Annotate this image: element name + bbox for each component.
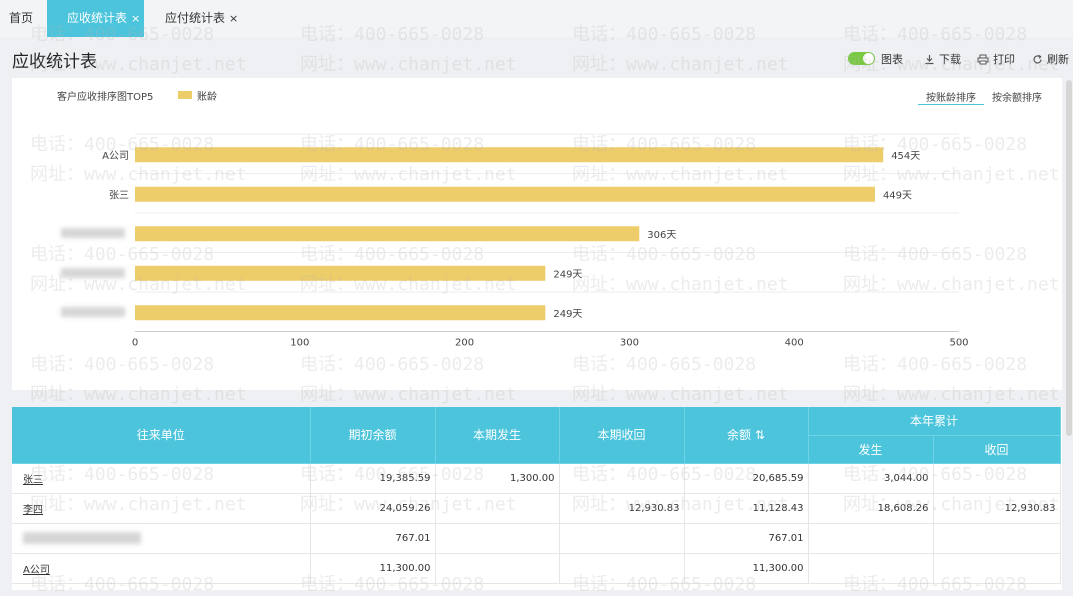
table-row: 张三 19,385.59 1,300.00 20,685.59 3,044.00 xyxy=(12,463,1061,494)
col-unit: 往来单位 xyxy=(12,407,311,464)
x-tick-label: 300 xyxy=(620,338,639,349)
bar xyxy=(135,305,546,321)
row-year-incurred: 3,044.00 xyxy=(808,463,934,494)
row-received xyxy=(559,463,685,494)
row-received xyxy=(559,523,685,554)
tab-payable-label: 应付统计表 xyxy=(165,11,226,25)
col-opening: 期初余额 xyxy=(310,407,436,464)
row-year-incurred: 18,608.26 xyxy=(808,493,934,524)
chart-toggle-label: 图表 xyxy=(881,53,903,66)
page-scrollbar[interactable] xyxy=(1066,80,1072,436)
category-label: A公司 xyxy=(102,151,129,162)
bar xyxy=(135,147,884,163)
tab-payable[interactable]: 应付统计表 × xyxy=(165,0,238,37)
row-opening: 767.01 xyxy=(310,523,436,554)
refresh-label: 刷新 xyxy=(1047,53,1069,66)
bar xyxy=(135,226,640,242)
row-year-received xyxy=(933,553,1061,584)
col-year-incurred: 发生 xyxy=(808,435,934,464)
x-tick-label: 0 xyxy=(132,338,138,349)
col-year-total: 本年累计 xyxy=(808,407,1061,436)
row-balance: 11,128.43 xyxy=(684,493,809,524)
col-year-received: 收回 xyxy=(933,435,1061,464)
bar xyxy=(135,265,546,281)
row-unit-link[interactable]: 李四 xyxy=(12,493,311,524)
refresh-icon xyxy=(1033,54,1042,63)
bar-value-label: 454天 xyxy=(891,151,920,162)
row-received: 12,930.83 xyxy=(559,493,685,524)
page-title: 应收统计表 xyxy=(12,52,97,72)
tab-receivable[interactable]: 应收统计表 × xyxy=(47,0,144,37)
chart-toggle[interactable] xyxy=(848,52,875,65)
chart-panel: 客户应收排序图TOP5 账龄 按账龄排序 按余额排序 454天 A公司 449天 张三… xyxy=(12,78,1062,390)
download-button[interactable]: 下载 xyxy=(924,51,961,67)
row-year-received xyxy=(933,523,1061,554)
row-unit-link[interactable]: 张三 xyxy=(12,463,311,494)
row-year-received xyxy=(933,463,1061,494)
table-row: A公司 11,300.00 11,300.00 xyxy=(12,553,1061,584)
bar-value-label: 249天 xyxy=(553,269,582,280)
bar-value-label: 449天 xyxy=(883,190,912,201)
redacted-label xyxy=(61,307,125,317)
col-balance[interactable]: 余额 ⇅ xyxy=(684,407,809,464)
bar-chart: 454天 A公司 449天 张三 306天 249天 249天 0 100 200 300 400 50… xyxy=(102,133,969,349)
category-label: 张三 xyxy=(109,189,129,201)
page-header: 应收统计表 图表 下载 打印 刷新 xyxy=(0,37,1073,78)
row-incurred xyxy=(435,523,560,554)
x-tick-label: 200 xyxy=(455,338,474,349)
receivable-table: 往来单位 期初余额 本期发生 本期收回 余额 ⇅ 本年累计 发生 收回 张三 1… xyxy=(12,407,1062,590)
row-incurred xyxy=(435,493,560,524)
row-balance: 767.01 xyxy=(684,523,809,554)
row-year-incurred xyxy=(808,523,934,554)
tab-receivable-label: 应收统计表 xyxy=(67,11,128,25)
sort-icon[interactable]: ⇅ xyxy=(755,428,765,442)
col-current-incurred: 本期发生 xyxy=(435,407,560,464)
close-icon[interactable]: × xyxy=(131,12,140,25)
redacted-label xyxy=(61,228,125,238)
row-opening: 11,300.00 xyxy=(310,553,436,584)
row-balance: 20,685.59 xyxy=(684,463,809,494)
bar-value-label: 306天 xyxy=(647,230,676,241)
bar xyxy=(135,186,875,202)
x-tick-label: 400 xyxy=(785,338,804,349)
bar-value-label: 249天 xyxy=(553,309,582,320)
row-incurred: 1,300.00 xyxy=(435,463,560,494)
tab-home[interactable]: 首页 xyxy=(9,0,33,37)
x-tick-label: 100 xyxy=(290,338,309,349)
download-icon xyxy=(925,54,934,64)
print-label: 打印 xyxy=(993,53,1015,66)
printer-icon xyxy=(977,54,989,64)
row-opening: 24,059.26 xyxy=(310,493,436,524)
redacted-label xyxy=(23,532,141,544)
redacted-label xyxy=(61,268,125,278)
x-tick-label: 500 xyxy=(949,338,968,349)
tab-home-label: 首页 xyxy=(9,11,34,25)
row-incurred xyxy=(435,553,560,584)
row-year-incurred xyxy=(808,553,934,584)
tab-bar: 首页 应收统计表 × 应付统计表 × xyxy=(0,0,1073,37)
table-row: 李四 24,059.26 12,930.83 11,128.43 18,608.… xyxy=(12,493,1061,524)
col-current-received: 本期收回 xyxy=(559,407,685,464)
print-button[interactable]: 打印 xyxy=(977,51,1015,67)
row-opening: 19,385.59 xyxy=(310,463,436,494)
table-row: 767.01 767.01 xyxy=(12,523,1061,554)
row-balance: 11,300.00 xyxy=(684,553,809,584)
row-unit-link[interactable]: A公司 xyxy=(12,553,311,584)
close-icon[interactable]: × xyxy=(229,12,238,25)
col-balance-label: 余额 xyxy=(727,428,752,443)
refresh-button[interactable]: 刷新 xyxy=(1032,51,1069,67)
row-unit-link[interactable] xyxy=(12,523,311,554)
download-label: 下载 xyxy=(939,53,961,66)
row-year-received: 12,930.83 xyxy=(933,493,1061,524)
row-received xyxy=(559,553,685,584)
